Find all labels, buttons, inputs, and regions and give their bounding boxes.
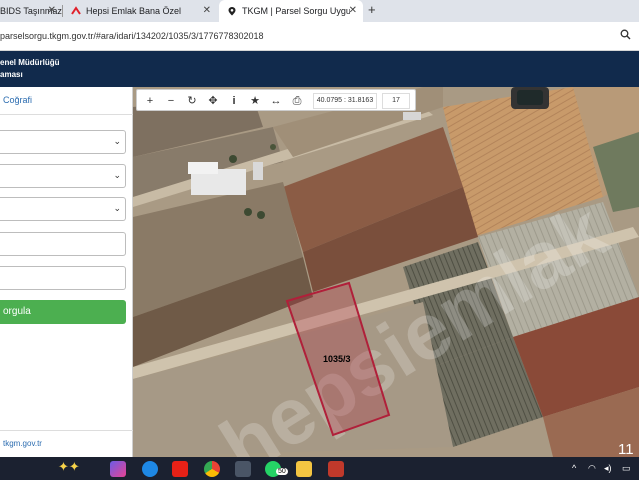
copilot-icon[interactable] bbox=[110, 461, 126, 477]
zoom-out-icon[interactable]: − bbox=[163, 93, 179, 109]
district-select[interactable]: ⌄ bbox=[0, 164, 126, 188]
panel-footer: tkgm.gov.tr bbox=[0, 430, 133, 457]
paint-icon[interactable] bbox=[328, 461, 344, 477]
close-icon[interactable]: ✕ bbox=[203, 5, 211, 16]
info-icon[interactable]: i bbox=[226, 93, 242, 109]
tab-hepsiemlak[interactable]: Hepsi Emlak Bana Özel ✕ bbox=[63, 0, 217, 22]
zoom-level-readout: 17 bbox=[382, 93, 410, 109]
url-text[interactable]: parselsorgu.tkgm.gov.tr/#ara/idari/13420… bbox=[0, 31, 264, 41]
tab-title: TKGM | Parsel Sorgu Uygulama bbox=[242, 6, 350, 16]
print-icon[interactable]: ⎙ bbox=[289, 93, 305, 109]
os-taskbar: ✦✦ 50 ^ ◠ ◂) ▭ bbox=[0, 457, 639, 480]
taskbar-clock[interactable]: 11 bbox=[618, 441, 634, 458]
close-icon[interactable]: ✕ bbox=[349, 5, 357, 16]
panel-tab-bar: Coğrafi bbox=[0, 87, 133, 115]
map-toolbar: + − ↻ ✥ i ★ ↔ ⎙ 40.0795 : 31.8163 17 bbox=[136, 89, 416, 111]
tab-title: Hepsi Emlak Bana Özel bbox=[86, 6, 182, 16]
satellite-imagery: hepsiemlak bbox=[133, 87, 639, 457]
tab-bids[interactable]: BIDS Taşınmaz ✕ bbox=[0, 0, 63, 22]
new-tab-button[interactable]: + bbox=[368, 2, 376, 17]
edge-icon[interactable] bbox=[142, 461, 158, 477]
header-subtitle: aması bbox=[0, 70, 23, 79]
parcel-number-input[interactable] bbox=[0, 266, 126, 290]
refresh-icon[interactable]: ↻ bbox=[184, 93, 200, 109]
header-title: enel Müdürlüğü bbox=[0, 58, 60, 67]
block-number-input[interactable] bbox=[0, 232, 126, 256]
map-pin-icon bbox=[228, 7, 236, 16]
query-button[interactable]: orgula bbox=[0, 300, 126, 324]
province-select[interactable]: ⌄ bbox=[0, 130, 126, 154]
sparkle-icon[interactable]: ✦✦ bbox=[58, 459, 80, 475]
tab-tkgm[interactable]: TKGM | Parsel Sorgu Uygulama ✕ bbox=[219, 0, 363, 22]
query-panel: Coğrafi ⌄ ⌄ ⌄ orgula tkgm.gov.tr bbox=[0, 87, 133, 457]
query-button-label: orgula bbox=[3, 306, 31, 317]
coordinate-readout: 40.0795 : 31.8163 bbox=[313, 93, 377, 109]
chevron-up-icon[interactable]: ^ bbox=[572, 463, 576, 473]
close-icon[interactable]: ✕ bbox=[48, 5, 56, 16]
satellite-map[interactable]: hepsiemlak 1035/3 + − ↻ ✥ i ★ ↔ ⎙ 40.079… bbox=[133, 87, 639, 457]
chevron-down-icon: ⌄ bbox=[113, 136, 121, 146]
chevron-down-icon: ⌄ bbox=[113, 170, 121, 180]
volume-icon[interactable]: ◂) bbox=[604, 463, 612, 474]
wifi-icon[interactable]: ◠ bbox=[588, 463, 596, 474]
chevron-down-icon: ⌄ bbox=[113, 203, 121, 213]
youtube-icon[interactable] bbox=[172, 461, 188, 477]
locate-icon[interactable]: ✥ bbox=[205, 93, 221, 109]
zoom-in-icon[interactable]: + bbox=[142, 93, 158, 109]
parcel-label: 1035/3 bbox=[323, 354, 351, 364]
battery-icon[interactable]: ▭ bbox=[622, 463, 631, 474]
hepsiemlak-logo-icon bbox=[71, 6, 81, 15]
browser-tab-strip: BIDS Taşınmaz ✕ Hepsi Emlak Bana Özel ✕ … bbox=[0, 0, 639, 22]
footer-link[interactable]: tkgm.gov.tr bbox=[3, 439, 42, 448]
measure-icon[interactable]: ↔ bbox=[268, 93, 284, 109]
neighborhood-select[interactable]: ⌄ bbox=[0, 197, 126, 221]
site-header: enel Müdürlüğü aması bbox=[0, 51, 639, 87]
address-bar[interactable]: parselsorgu.tkgm.gov.tr/#ara/idari/13420… bbox=[0, 22, 639, 51]
zoom-icon[interactable] bbox=[620, 29, 631, 40]
chrome-icon[interactable] bbox=[204, 461, 220, 477]
star-icon[interactable]: ★ bbox=[247, 93, 263, 109]
calculator-icon[interactable] bbox=[235, 461, 251, 477]
notification-badge: 50 bbox=[276, 468, 288, 475]
file-explorer-icon[interactable] bbox=[296, 461, 312, 477]
tab-cografi[interactable]: Coğrafi bbox=[3, 95, 32, 105]
